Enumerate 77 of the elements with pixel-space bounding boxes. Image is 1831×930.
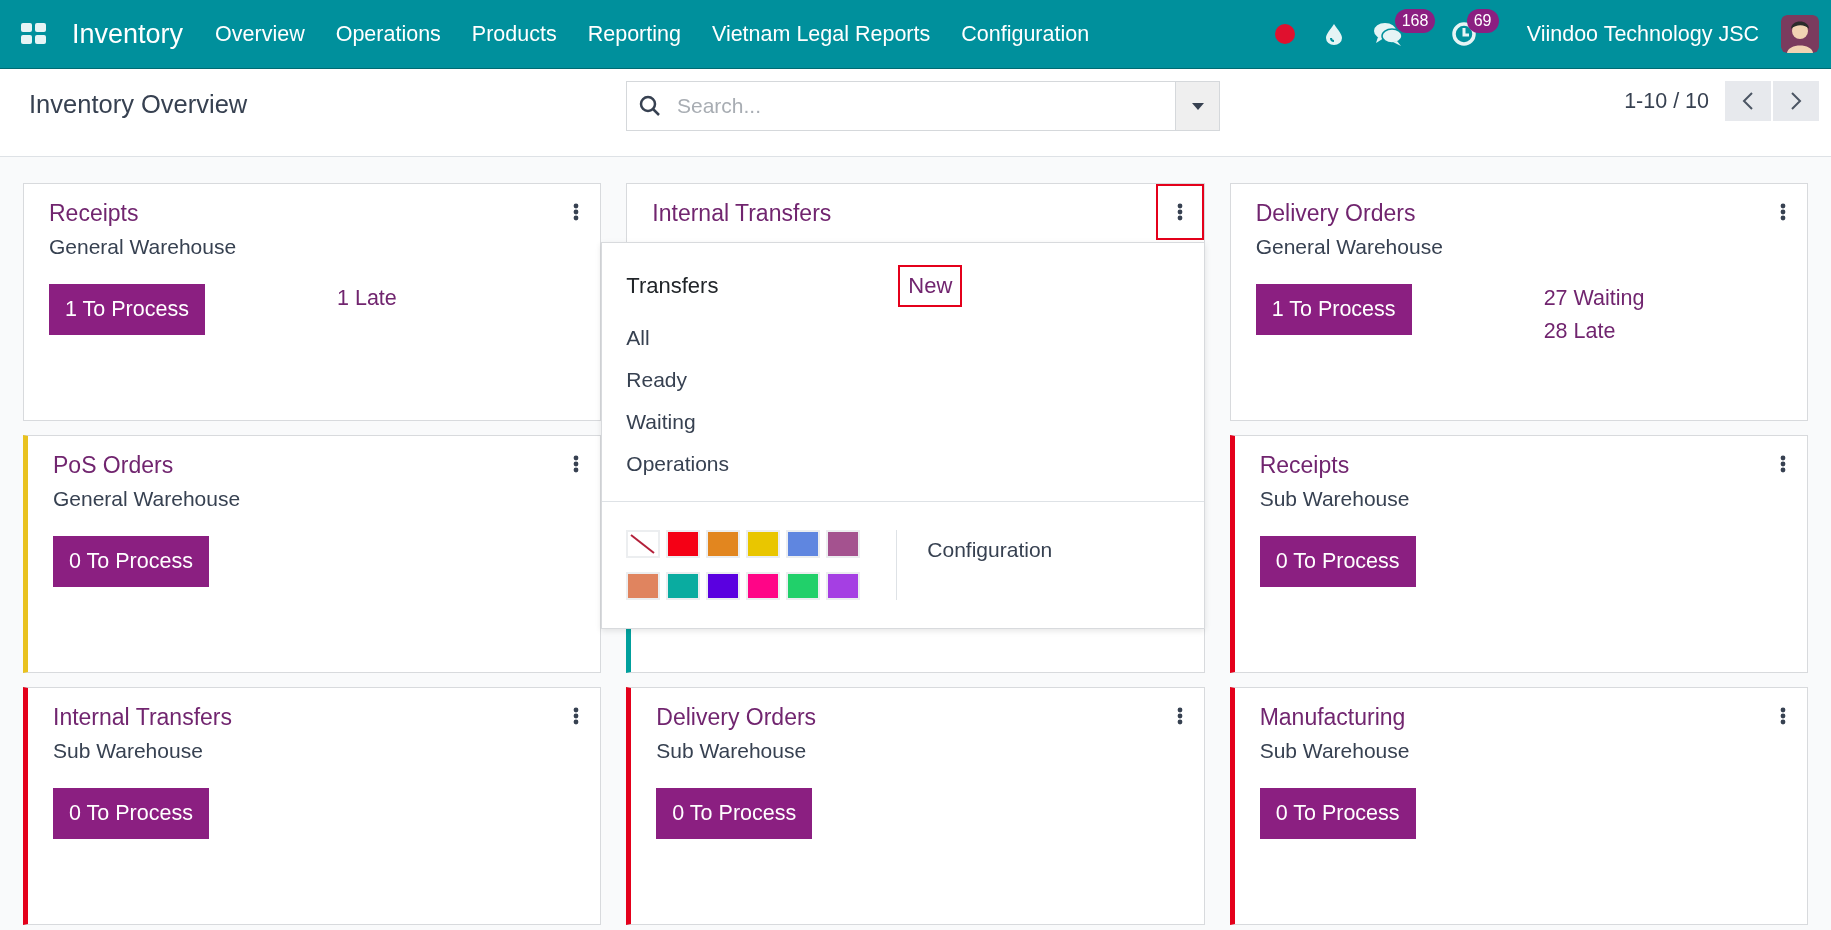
color-swatch[interactable] [746, 530, 781, 558]
status-dot-icon[interactable] [1274, 24, 1295, 44]
color-swatch[interactable] [626, 572, 661, 600]
menu-item[interactable]: Waiting [602, 401, 899, 443]
status-link[interactable]: 1 Late [337, 286, 397, 311]
to-process-button[interactable]: 1 To Process [1255, 284, 1412, 335]
message-count-badge: 168 [1394, 9, 1436, 33]
menu-item[interactable]: Operations [335, 21, 441, 47]
color-swatch[interactable] [786, 572, 821, 600]
card-title[interactable]: PoS Orders [53, 452, 576, 479]
menu-item[interactable]: Reporting [587, 21, 681, 47]
warehouse-name: Sub Warehouse [53, 739, 204, 763]
color-swatch[interactable] [706, 572, 741, 600]
card-title[interactable]: Internal Transfers [53, 704, 576, 731]
card-title[interactable]: Delivery Orders [656, 704, 1179, 731]
kebab-icon [573, 707, 580, 725]
chevron-right-icon [1790, 91, 1802, 111]
color-swatch[interactable] [746, 572, 781, 600]
color-swatch[interactable] [826, 530, 861, 558]
to-process-button[interactable]: 0 To Process [656, 788, 813, 839]
menu-item[interactable]: Configuration [897, 530, 1083, 570]
card-title[interactable]: Manufacturing [1259, 704, 1782, 731]
warehouse-name: General Warehouse [53, 487, 242, 511]
next-button[interactable] [1773, 81, 1819, 121]
avatar-icon[interactable] [1781, 15, 1819, 53]
pager-value[interactable]: 1-10 / 10 [1624, 89, 1709, 114]
status-link[interactable]: 28 Late [1543, 319, 1645, 344]
menu-item[interactable]: Configuration [961, 21, 1090, 47]
chat-icon[interactable] [1372, 21, 1403, 47]
no-color-swatch[interactable] [626, 530, 661, 558]
menu-item[interactable]: Vietnam Legal Reports [711, 21, 931, 47]
warehouse-name: General Warehouse [49, 235, 238, 259]
color-swatch[interactable] [666, 572, 701, 600]
kebab-icon [1780, 203, 1786, 221]
kebab-icon [1780, 455, 1786, 473]
new-link[interactable]: New [898, 265, 963, 307]
menu-item[interactable]: All [602, 317, 899, 359]
previous-button[interactable] [1725, 81, 1771, 121]
menu-item[interactable]: Products [471, 21, 557, 47]
color-swatch[interactable] [826, 572, 861, 600]
to-process-button[interactable]: 0 To Process [1259, 788, 1416, 839]
color-swatch[interactable] [786, 530, 821, 558]
kebab-icon [1176, 203, 1183, 221]
menu-item[interactable]: Ready [602, 359, 899, 401]
search-field[interactable]: Search... [626, 81, 1176, 131]
search-icon [639, 95, 661, 117]
activity-count-badge: 69 [1466, 9, 1499, 33]
status-link[interactable]: 27 Waiting [1543, 286, 1645, 311]
color-swatch[interactable] [706, 530, 741, 558]
more-options-button[interactable] [1155, 184, 1204, 240]
kebab-icon [573, 203, 580, 221]
warehouse-name: Sub Warehouse [1259, 487, 1411, 511]
to-process-button[interactable]: 0 To Process [53, 536, 209, 587]
chevron-left-icon [1742, 91, 1754, 111]
card-title[interactable]: Receipts [1259, 452, 1782, 479]
apps-menu-icon[interactable] [20, 22, 48, 46]
to-process-button[interactable]: 1 To Process [49, 284, 205, 335]
warehouse-name: Sub Warehouse [656, 739, 808, 763]
kebab-icon [1176, 707, 1183, 725]
warehouse-name: General Warehouse [1255, 235, 1444, 259]
drop-icon[interactable] [1324, 23, 1343, 45]
card-title[interactable]: Delivery Orders [1255, 200, 1782, 227]
menu-item[interactable]: Operations [602, 443, 899, 485]
color-swatch[interactable] [666, 530, 701, 558]
menu-item[interactable]: Overview [215, 21, 305, 47]
kebab-icon [1780, 707, 1786, 725]
to-process-button[interactable]: 0 To Process [1259, 536, 1416, 587]
card-title[interactable]: Receipts [49, 200, 576, 227]
to-process-button[interactable]: 0 To Process [53, 788, 209, 839]
page-title: Inventory Overview [29, 90, 249, 119]
caret-icon [1191, 102, 1204, 110]
warehouse-name: Sub Warehouse [1259, 739, 1411, 763]
app-name[interactable]: Inventory [72, 18, 184, 50]
kebab-icon [573, 455, 580, 473]
company-name[interactable]: Viindoo Technology JSC [1526, 21, 1759, 47]
menu-header: Transfers [625, 272, 720, 300]
card-title[interactable]: Internal Transfers [652, 200, 1179, 227]
